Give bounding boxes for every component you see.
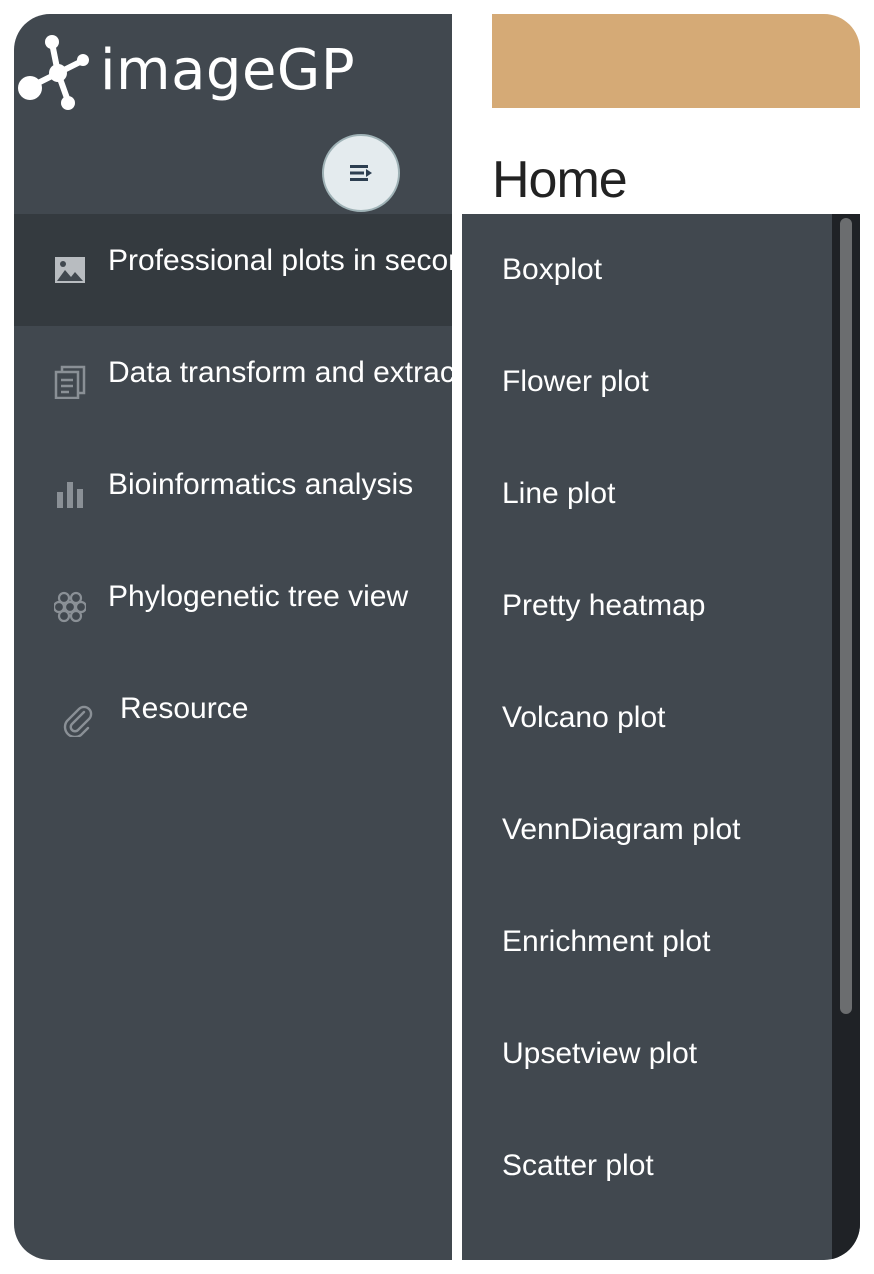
submenu-item-flower-plot[interactable]: Flower plot bbox=[462, 326, 832, 438]
sidebar: imageGP Professional plots in seco Data … bbox=[14, 14, 452, 1260]
documents-icon bbox=[52, 364, 88, 400]
header-banner bbox=[492, 14, 860, 108]
submenu-item-scatter-plot[interactable]: Scatter plot bbox=[462, 1110, 832, 1222]
submenu-scrollbar[interactable] bbox=[832, 214, 860, 1260]
sidebar-item-label: Phylogenetic tree view bbox=[108, 580, 409, 613]
submenu-item-pretty-heatmap[interactable]: Pretty heatmap bbox=[462, 550, 832, 662]
sidebar-item-resource[interactable]: Resource bbox=[14, 662, 452, 774]
page-title: Home bbox=[492, 151, 628, 209]
grapes-icon bbox=[52, 588, 88, 624]
submenu-item-upsetview-plot[interactable]: Upsetview plot bbox=[462, 998, 832, 1110]
sidebar-item-phylogenetic[interactable]: Phylogenetic tree view bbox=[14, 550, 452, 662]
sidebar-item-data-transform[interactable]: Data transform and extraction bbox=[14, 326, 452, 438]
image-icon bbox=[52, 252, 88, 288]
submenu-list: Boxplot Flower plot Line plot Pretty hea… bbox=[462, 214, 832, 1222]
menu-collapse-icon bbox=[350, 165, 372, 181]
logo-text: imageGP bbox=[100, 37, 356, 103]
sidebar-nav: Professional plots in seconds Data trans… bbox=[14, 214, 452, 774]
sidebar-item-bioinformatics[interactable]: Bioinformatics analysis bbox=[14, 438, 452, 550]
plots-submenu: Boxplot Flower plot Line plot Pretty hea… bbox=[462, 214, 860, 1260]
sidebar-item-label: Resource bbox=[120, 692, 249, 725]
sidebar-toggle-button[interactable] bbox=[322, 134, 400, 212]
bar-chart-icon bbox=[52, 476, 88, 512]
logo[interactable]: imageGP bbox=[18, 28, 355, 118]
app-window: imageGP Professional plots in seco Data … bbox=[14, 14, 860, 1260]
paperclip-icon bbox=[60, 702, 96, 738]
submenu-item-line-plot[interactable]: Line plot bbox=[462, 438, 832, 550]
submenu-item-venndiagram-plot[interactable]: VennDiagram plot bbox=[462, 774, 832, 886]
sidebar-item-professional-plots[interactable]: Professional plots in seconds bbox=[14, 214, 452, 326]
submenu-item-volcano-plot[interactable]: Volcano plot bbox=[462, 662, 832, 774]
sidebar-item-label: Bioinformatics analysis bbox=[108, 468, 414, 501]
submenu-item-boxplot[interactable]: Boxplot bbox=[462, 214, 832, 326]
submenu-item-enrichment-plot[interactable]: Enrichment plot bbox=[462, 886, 832, 998]
molecule-logo-icon bbox=[18, 35, 89, 110]
divider bbox=[452, 14, 462, 1260]
scrollbar-thumb[interactable] bbox=[840, 218, 852, 1014]
sidebar-item-label: Professional plots in seconds bbox=[108, 244, 452, 277]
sidebar-item-label: Data transform and extraction bbox=[108, 356, 452, 389]
